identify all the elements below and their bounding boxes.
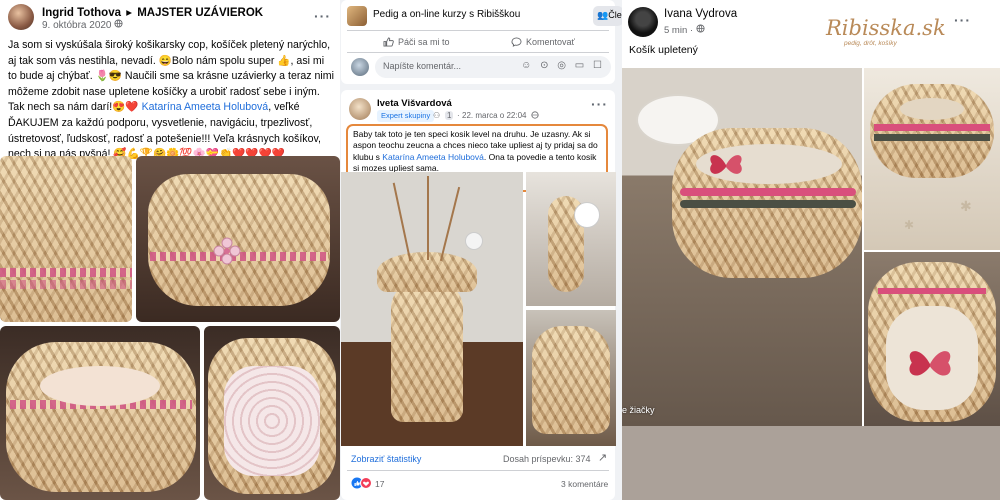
post-reach: Dosah príspevku: 374 <box>503 454 591 464</box>
reactions-icon[interactable] <box>351 477 375 489</box>
view-stats-link[interactable]: Zobraziť štatistiky <box>351 454 421 464</box>
post-author-line: Ingrid Tothova ▸ MAJSTER UZÁVIEROK <box>42 5 263 19</box>
post-time-line: 5 min · <box>664 24 705 36</box>
comment-input[interactable]: Napíšte komentár... ☺ ⊙ ◎ ▭ ☐ <box>375 56 611 78</box>
member-button-label: Čle <box>608 10 622 20</box>
comment-tools-icons[interactable]: ☺ ⊙ ◎ ▭ ☐ <box>521 60 605 71</box>
screenshot-collage: Ingrid Tothova ▸ MAJSTER UZÁVIEROK 9. ok… <box>0 0 1000 500</box>
reaction-count[interactable]: 17 <box>375 479 384 489</box>
dot-separator: · <box>457 111 460 120</box>
avatar[interactable] <box>8 4 34 30</box>
basket-photo-3[interactable] <box>0 326 200 500</box>
post-caption: Košík upletený <box>629 44 698 56</box>
oval-basket-inside-photo[interactable] <box>864 252 1000 426</box>
basket-photo-1[interactable] <box>0 156 132 322</box>
badge-count: 1 <box>445 111 454 120</box>
vase-basket-photo[interactable] <box>341 172 523 446</box>
post-text: Ja som si vyskúšala široký košikarsky co… <box>8 38 334 163</box>
members-icon: 👥 <box>597 10 609 20</box>
globe-icon <box>531 111 539 121</box>
tagged-user-link[interactable]: Katarína Ameeta Holubová <box>382 152 484 162</box>
more-options-icon[interactable]: ··· <box>954 12 971 28</box>
post-iveta-visvardova-panel: Pedig a on-line kurzy s Ribišškou 👥Čle P… <box>340 0 622 500</box>
comment-label: Komentovať <box>526 37 575 47</box>
badge-count-icon: ⚇ <box>433 111 441 120</box>
avatar[interactable] <box>349 98 371 120</box>
comment-count[interactable]: 3 komentáre <box>561 479 608 489</box>
current-user-avatar[interactable] <box>351 58 369 76</box>
oval-basket-main-photo[interactable] <box>622 68 862 426</box>
group-name[interactable]: MAJSTER UZÁVIEROK <box>137 7 263 19</box>
post-header: Ingrid Tothova ▸ MAJSTER UZÁVIEROK 9. ok… <box>8 4 332 31</box>
post-date[interactable]: 22. marca o 22:04 <box>462 111 526 120</box>
post-date-line: 9. októbra 2020 <box>42 19 123 31</box>
group-header-card: Pedig a on-line kurzy s Ribišškou 👥Čle P… <box>341 0 622 84</box>
post-ingrid-tothova: Ingrid Tothova ▸ MAJSTER UZÁVIEROK 9. ok… <box>0 0 340 500</box>
dot-separator: · <box>689 25 694 36</box>
like-label: Páči sa mi to <box>398 37 450 47</box>
round-basket-photo[interactable] <box>526 310 616 446</box>
flower-decoration-icon <box>213 237 241 265</box>
member-button[interactable]: 👥Čle <box>593 6 622 26</box>
arrow-icon: ▸ <box>126 7 132 19</box>
author-name[interactable]: Ivana Vydrova <box>664 8 737 20</box>
author-name[interactable]: Ingrid Tothova <box>42 7 121 19</box>
oval-basket-top-photo[interactable]: ✱ ✱ <box>864 68 1000 250</box>
more-options-icon[interactable]: ··· <box>314 8 331 24</box>
group-name[interactable]: Pedig a on-line kurzy s Ribišškou <box>373 9 520 20</box>
brand-logo: Ribisska.sk <box>826 16 946 40</box>
overlay-caption: e žiačky <box>622 405 655 415</box>
bottom-blank-area <box>622 426 1000 500</box>
post-ivana-vydrova: Ivana Vydrova 5 min · Ribisska.sk pedig,… <box>622 0 1000 500</box>
expert-badge[interactable]: Expert skupiny <box>377 110 435 122</box>
share-arrow-icon[interactable]: ↗ <box>598 451 607 464</box>
thumbs-up-icon <box>383 37 398 47</box>
butterfly-decoration-icon <box>710 155 742 174</box>
butterfly-decoration-icon <box>909 351 951 376</box>
group-thumbnail[interactable] <box>347 6 367 26</box>
basket-photo-4[interactable] <box>204 326 340 500</box>
small-basket-photo[interactable] <box>526 172 616 306</box>
post-date[interactable]: 9. októbra 2020 <box>42 20 112 31</box>
comment-icon <box>511 37 526 47</box>
post-card: Iveta Višvardová ··· Expert skupiny ⚇ 1 … <box>341 90 616 500</box>
star-decoration-icon: ✱ <box>904 218 915 232</box>
like-button[interactable]: Páči sa mi to <box>383 37 450 47</box>
brand-tagline: pedig, drôt, košíky <box>844 40 897 47</box>
globe-icon <box>114 19 123 31</box>
tagged-user-link[interactable]: Katarína Ameeta Holubová <box>142 101 269 113</box>
globe-icon <box>696 24 705 36</box>
comment-placeholder: Napíšte komentár... <box>383 61 462 71</box>
star-decoration-icon: ✱ <box>960 198 972 214</box>
avatar[interactable] <box>628 7 658 37</box>
post-time[interactable]: 5 min <box>664 25 687 36</box>
comment-button[interactable]: Komentovať <box>511 37 575 47</box>
basket-photo-2[interactable] <box>136 156 340 322</box>
author-name[interactable]: Iveta Višvardová <box>377 98 452 109</box>
more-options-icon[interactable]: ··· <box>591 96 608 112</box>
